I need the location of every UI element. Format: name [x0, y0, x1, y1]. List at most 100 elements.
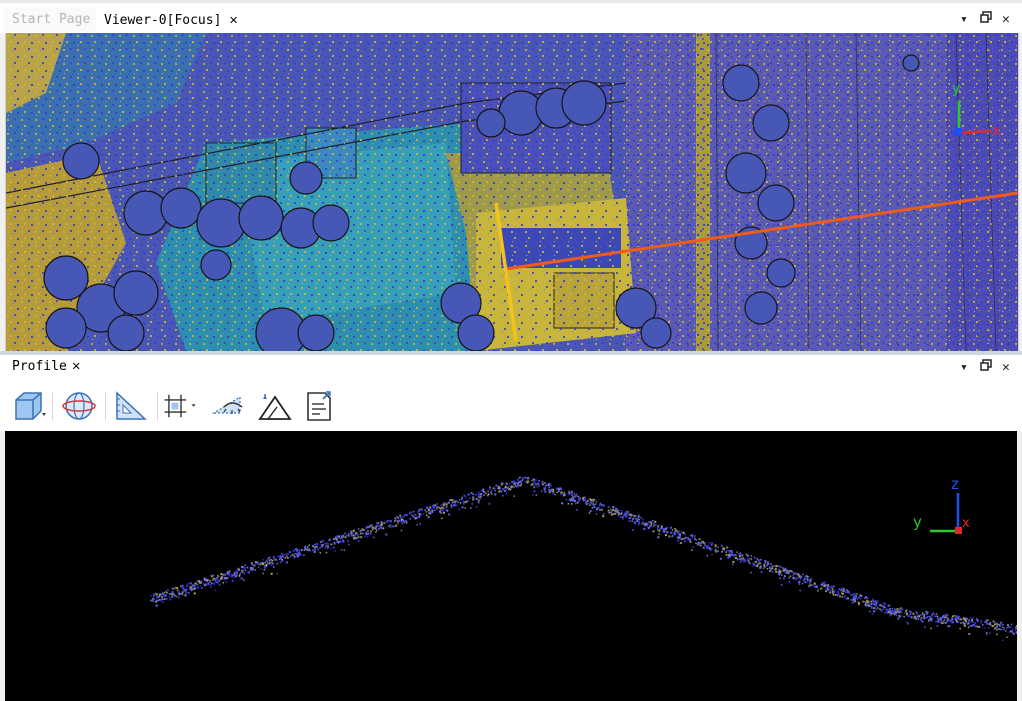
profile-point — [212, 574, 215, 576]
profile-point — [260, 568, 262, 570]
profile-point — [721, 550, 723, 553]
profile-close-panel-icon[interactable]: ✕ — [1002, 356, 1010, 380]
profile-point — [777, 565, 780, 568]
profile-point — [680, 531, 683, 533]
profile-point — [717, 546, 719, 549]
profile-point — [856, 593, 858, 595]
grid-crop-icon[interactable] — [162, 389, 200, 423]
panel-menu-icon[interactable]: ▾ — [960, 8, 968, 32]
profile-point — [899, 608, 902, 611]
profile-point — [857, 601, 860, 604]
profile-point — [637, 516, 640, 518]
profile-point — [180, 585, 182, 588]
terrain-icon[interactable] — [256, 389, 294, 423]
profile-point — [947, 613, 949, 616]
profile-point — [463, 501, 465, 504]
profile-menu-icon[interactable]: ▾ — [960, 356, 968, 380]
profile-point — [276, 572, 278, 575]
profile-point — [531, 482, 534, 485]
profile-point — [337, 541, 339, 543]
profile-point — [727, 556, 729, 559]
profile-point — [515, 485, 517, 488]
box-select-icon[interactable] — [10, 389, 48, 423]
profile-point — [369, 532, 372, 535]
profile-point — [178, 596, 180, 599]
profile-point — [1009, 626, 1012, 628]
profile-point — [445, 503, 448, 506]
profile-point — [1001, 639, 1004, 642]
profile-point — [885, 608, 888, 611]
profile-point — [376, 522, 378, 525]
profile-point — [250, 568, 253, 571]
profile-point — [743, 561, 745, 563]
profile-point — [364, 535, 366, 538]
profile-point — [273, 566, 275, 568]
profile-point — [738, 555, 741, 558]
profile-point — [368, 525, 371, 528]
profile-point — [265, 563, 268, 566]
profile-point — [698, 538, 701, 541]
profile-point — [324, 547, 327, 549]
profile-point — [313, 550, 316, 553]
profile-point — [488, 493, 490, 495]
tab-close-icon[interactable]: ✕ — [229, 8, 237, 32]
profile-point — [157, 596, 159, 598]
profile-point — [292, 549, 295, 552]
profile-point — [478, 496, 480, 498]
profile-point — [888, 604, 891, 607]
tab-viewer-0[interactable]: Viewer-0[Focus] ✕ — [96, 8, 246, 32]
profile-point — [567, 503, 570, 505]
profile-point — [565, 499, 568, 501]
close-icon[interactable]: ✕ — [1002, 8, 1010, 32]
profile-point — [150, 599, 152, 602]
profile-point — [898, 615, 901, 617]
profile-point — [304, 548, 307, 550]
profile-point — [447, 501, 450, 504]
profile-restore-icon[interactable] — [980, 356, 992, 380]
profile-point — [357, 533, 360, 536]
profile-close-icon[interactable]: ✕ — [72, 358, 80, 374]
profile-point — [764, 562, 767, 564]
svg-text:x: x — [992, 123, 1000, 139]
profile-point — [695, 542, 697, 544]
visibility-filter-icon[interactable] — [210, 389, 248, 423]
profile-point — [854, 598, 856, 601]
restore-icon[interactable] — [980, 8, 992, 32]
profile-point — [418, 513, 421, 516]
profile-point — [480, 495, 482, 498]
profile-point — [228, 575, 231, 577]
profile-point — [600, 508, 603, 511]
profile-point — [217, 574, 219, 577]
profile-viewer[interactable]: y z x — [5, 431, 1017, 701]
profile-point — [919, 618, 922, 621]
profile-point — [300, 549, 303, 552]
profile-point — [625, 510, 628, 513]
profile-point — [988, 622, 991, 625]
profile-point — [932, 612, 935, 614]
orbit-icon[interactable] — [60, 389, 98, 423]
profile-point — [178, 591, 181, 593]
profile-point — [590, 503, 593, 505]
profile-point — [834, 594, 837, 596]
report-icon[interactable] — [300, 389, 338, 423]
profile-point — [597, 507, 599, 510]
profile-point — [919, 614, 922, 616]
profile-point — [236, 569, 239, 571]
profile-point — [923, 615, 925, 618]
profile-point — [798, 580, 801, 583]
profile-point — [170, 593, 173, 595]
profile-point — [922, 612, 924, 614]
profile-point — [508, 488, 510, 490]
profile-point — [262, 559, 265, 561]
profile-point — [533, 490, 536, 492]
profile-point — [198, 581, 201, 584]
point-cloud-viewer[interactable]: y x — [5, 33, 1019, 351]
profile-point — [308, 544, 310, 546]
svg-text:z: z — [951, 475, 959, 493]
tab-start-page[interactable]: Start Page — [4, 8, 99, 32]
ruler-triangle-icon[interactable] — [112, 389, 150, 423]
profile-point — [495, 484, 498, 486]
profile-point — [568, 493, 570, 496]
profile-point — [666, 526, 669, 529]
profile-point — [411, 514, 413, 516]
